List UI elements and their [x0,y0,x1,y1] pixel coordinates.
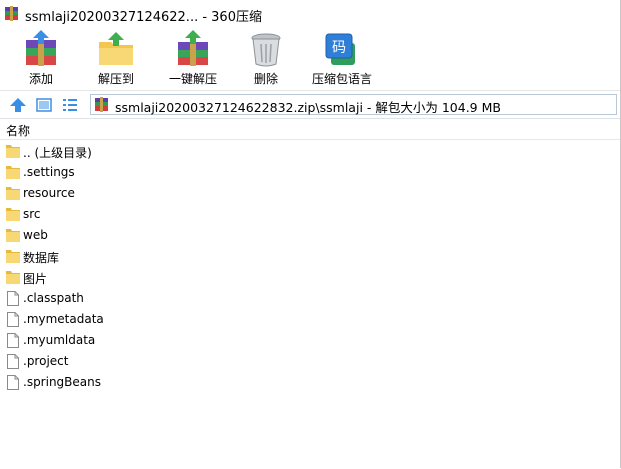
file-icon [7,333,19,348]
archive-language-button[interactable]: 码 压缩包语言 [307,28,377,90]
list-item-name: 图片 [23,272,48,286]
address-bar: ssmlaji20200327124622832.zip\ssmlaji - 解… [0,90,621,119]
file-icon [7,291,19,306]
file-icon [7,312,19,327]
delete-label: 删除 [253,72,278,86]
folder-icon [6,187,20,200]
zip-archive-icon [95,97,108,112]
folder-icon [6,229,20,242]
trash-bin-icon [251,33,281,67]
list-view-icon[interactable] [61,96,79,114]
extract-to-button[interactable]: 解压到 [91,28,141,90]
list-item[interactable]: .project [0,351,621,372]
extract-to-label: 解压到 [97,72,134,86]
list-item[interactable]: .myumldata [0,330,621,351]
archive-language-label: 压缩包语言 [311,72,372,86]
list-item-name: .springBeans [23,375,101,389]
file-icon [7,354,19,369]
list-item-name: .settings [23,165,75,179]
add-button[interactable]: 添加 [16,28,66,90]
folder-icon [6,166,20,179]
list-item[interactable]: .springBeans [0,372,621,393]
list-item[interactable]: .classpath [0,288,621,309]
list-item-name: web [23,228,48,242]
title-bar: ssmlaji20200327124622... - 360压缩 [0,0,621,28]
list-item-name: .. (上级目录) [23,146,92,160]
one-click-extract-label: 一键解压 [168,72,217,86]
list-item-name: .mymetadata [23,312,104,326]
up-arrow-icon[interactable] [9,96,27,114]
list-item-name: resource [23,186,75,200]
list-item-name: .classpath [23,291,84,305]
file-icon [7,375,19,390]
list-item[interactable]: .. (上级目录) [0,141,621,162]
toolbar: 添加 解压到 一键解压 删除 码 压缩包语言 [0,28,621,90]
name-column-header[interactable]: 名称 [0,119,621,140]
list-item[interactable]: web [0,225,621,246]
list-item-name: .myumldata [23,333,96,347]
list-item[interactable]: .settings [0,162,621,183]
list-item-name: 数据库 [23,251,60,265]
folder-icon [6,271,20,284]
one-click-extract-icon [178,30,208,66]
encoding-icon: 码 [325,33,355,65]
winrar-archive-icon [5,6,18,21]
thumbnail-view-icon[interactable] [35,96,53,114]
name-column-label: 名称 [6,124,31,138]
window-title: ssmlaji20200327124622... - 360压缩 [25,10,262,25]
encoding-glyph: 码 [332,40,346,56]
file-list: 名称 .. (上级目录) .settings resource src web 数据库图片… [0,118,621,469]
list-item-name: .project [23,354,69,368]
path-field[interactable]: ssmlaji20200327124622832.zip\ssmlaji - 解… [90,94,617,115]
one-click-extract-button[interactable]: 一键解压 [163,28,223,90]
archive-path-text: ssmlaji20200327124622832.zip\ssmlaji - 解… [115,100,501,115]
extract-folder-icon [99,32,133,65]
list-item[interactable]: src [0,204,621,225]
list-item[interactable]: resource [0,183,621,204]
list-item-name: src [23,207,41,221]
list-item[interactable]: 数据库 [0,246,621,267]
folder-icon [6,145,20,158]
add-label: 添加 [28,72,53,86]
folder-icon [6,250,20,263]
list-item[interactable]: .mymetadata [0,309,621,330]
delete-button[interactable]: 删除 [241,28,291,90]
add-archive-icon [26,30,56,66]
folder-icon [6,208,20,221]
list-item[interactable]: 图片 [0,267,621,288]
